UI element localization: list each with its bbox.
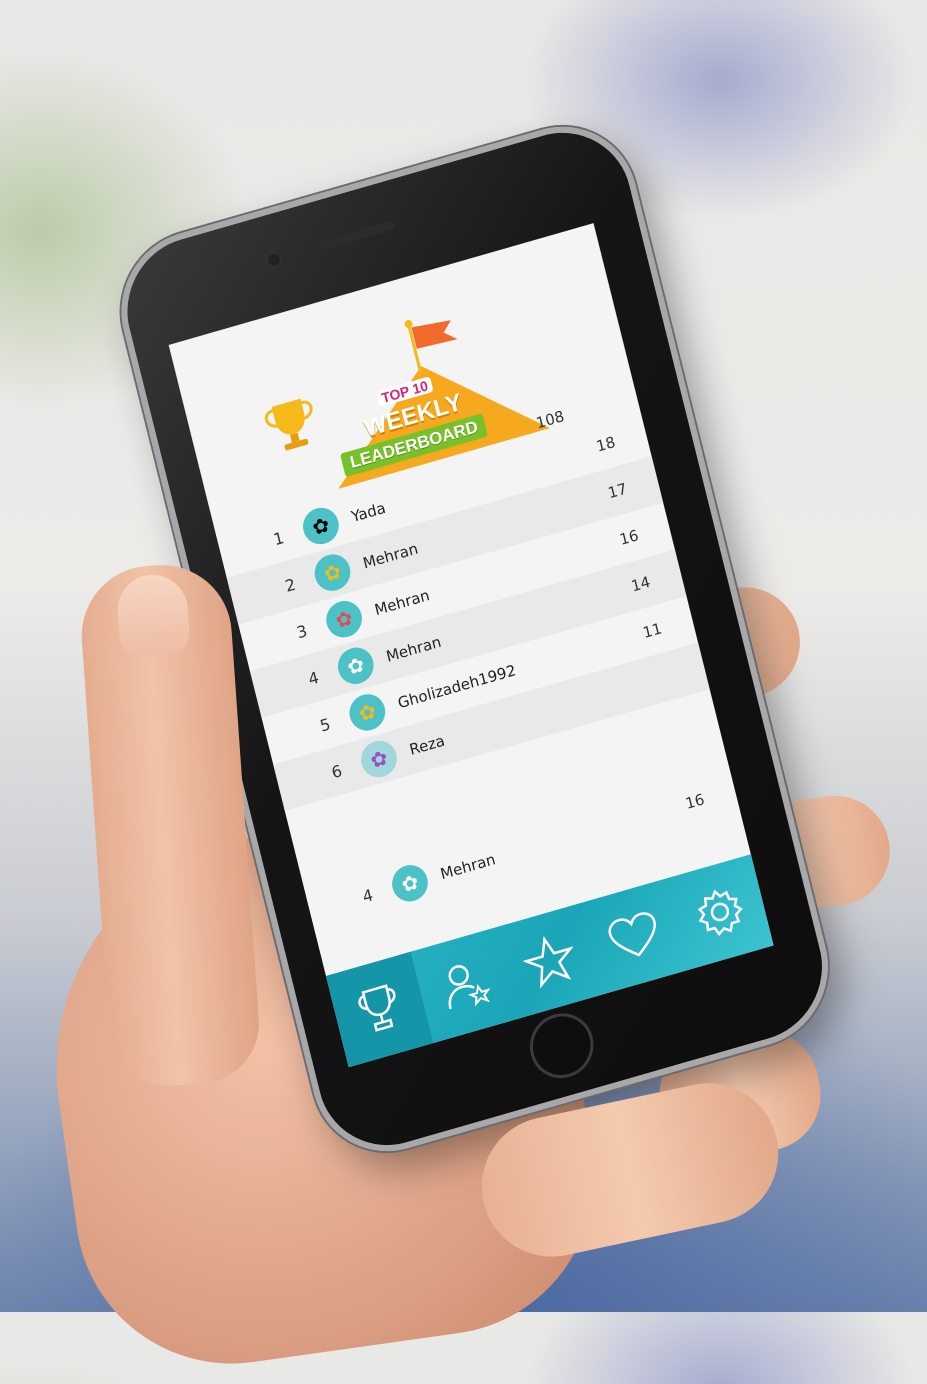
rank: 4 <box>306 667 321 689</box>
rank: 3 <box>294 620 310 642</box>
player-score: 18 <box>594 432 618 456</box>
player-score: 11 <box>640 619 664 643</box>
home-button[interactable] <box>523 1005 601 1086</box>
rank: 2 <box>283 574 298 596</box>
app-screen: TOP 10 WEEKLY LEADERBOARD 108 1 ✿ Yada 1… <box>168 223 774 1068</box>
player-score: 17 <box>606 479 629 503</box>
red-flower-icon: ✿ <box>322 596 366 642</box>
gear-icon <box>697 889 743 937</box>
rank: 5 <box>317 713 333 736</box>
white-flower-icon: ✿ <box>299 503 343 549</box>
player-score <box>615 675 673 692</box>
front-camera <box>265 250 283 269</box>
player-score: 16 <box>683 790 707 813</box>
yellow-flower-icon: ✿ <box>345 689 390 735</box>
speaker <box>314 220 396 252</box>
rank: 1 <box>271 527 286 549</box>
star-icon <box>522 935 574 989</box>
rank: 4 <box>360 884 375 907</box>
heart-icon <box>608 912 657 957</box>
trophy-icon <box>358 984 396 1032</box>
player-score: 14 <box>629 572 653 596</box>
user-star-icon <box>448 965 491 1010</box>
rank: 6 <box>329 760 344 782</box>
player-name: Mehran <box>438 850 498 884</box>
white-flower-icon: ✿ <box>388 860 432 906</box>
yellow-flower-icon: ✿ <box>310 550 355 596</box>
purple-flower-icon: ✿ <box>357 736 401 782</box>
player-score: 16 <box>617 526 641 549</box>
white-flower-icon: ✿ <box>334 643 378 689</box>
